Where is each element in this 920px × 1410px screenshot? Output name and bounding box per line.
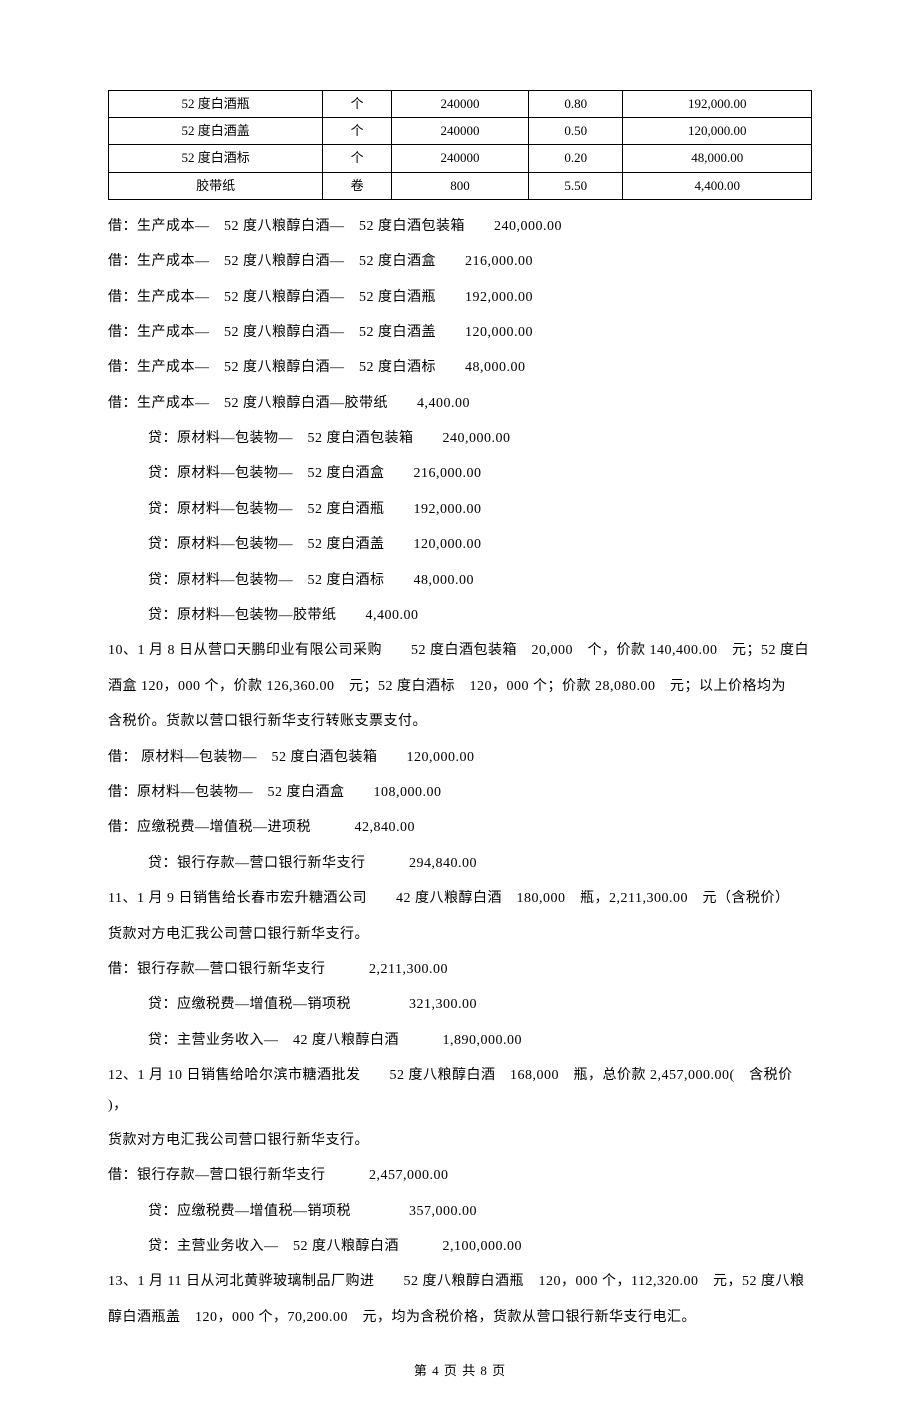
- cell-name: 52 度白酒瓶: [109, 91, 323, 118]
- journal-debit: 借： 原材料—包装物— 52 度白酒包装箱 120,000.00: [108, 743, 812, 772]
- paragraph-10: 含税价。货款以营口银行新华支行转账支票支付。: [108, 707, 812, 736]
- cell-name: 胶带纸: [109, 172, 323, 199]
- journal-debit: 借：生产成本— 52 度八粮醇白酒— 52 度白酒盒 216,000.00: [108, 247, 812, 276]
- journal-credit: 贷：原材料—包装物— 52 度白酒包装箱 240,000.00: [108, 424, 812, 453]
- journal-credit: 贷：原材料—包装物— 52 度白酒瓶 192,000.00: [108, 495, 812, 524]
- cell-name: 52 度白酒标: [109, 145, 323, 172]
- cell-qty: 240000: [391, 91, 528, 118]
- cell-unit: 个: [323, 91, 392, 118]
- journal-debit: 借：银行存款—营口银行新华支行 2,457,000.00: [108, 1161, 812, 1190]
- cell-qty: 240000: [391, 118, 528, 145]
- cell-qty: 800: [391, 172, 528, 199]
- journal-credit: 贷：应缴税费—增值税—销项税 357,000.00: [108, 1197, 812, 1226]
- table-row: 52 度白酒标 个 240000 0.20 48,000.00: [109, 145, 812, 172]
- journal-credit: 贷：原材料—包装物— 52 度白酒盒 216,000.00: [108, 459, 812, 488]
- cell-amount: 120,000.00: [623, 118, 812, 145]
- cell-qty: 240000: [391, 145, 528, 172]
- paragraph-10: 10、1 月 8 日从营口天鹏印业有限公司采购 52 度白酒包装箱 20,000…: [108, 636, 812, 665]
- cell-amount: 48,000.00: [623, 145, 812, 172]
- paragraph-13: 醇白酒瓶盖 120，000 个，70,200.00 元，均为含税价格，货款从营口…: [108, 1303, 812, 1332]
- journal-credit: 贷：主营业务收入— 42 度八粮醇白酒 1,890,000.00: [108, 1026, 812, 1055]
- table-row: 52 度白酒盖 个 240000 0.50 120,000.00: [109, 118, 812, 145]
- cell-name: 52 度白酒盖: [109, 118, 323, 145]
- table-row: 52 度白酒瓶 个 240000 0.80 192,000.00: [109, 91, 812, 118]
- journal-credit: 贷：主营业务收入— 52 度八粮醇白酒 2,100,000.00: [108, 1232, 812, 1261]
- journal-debit: 借：生产成本— 52 度八粮醇白酒— 52 度白酒瓶 192,000.00: [108, 283, 812, 312]
- journal-credit: 贷：原材料—包装物— 52 度白酒标 48,000.00: [108, 566, 812, 595]
- cell-price: 0.80: [529, 91, 623, 118]
- cell-price: 0.20: [529, 145, 623, 172]
- cell-amount: 4,400.00: [623, 172, 812, 199]
- paragraph-13: 13、1 月 11 日从河北黄骅玻璃制品厂购进 52 度八粮醇白酒瓶 120，0…: [108, 1267, 812, 1296]
- cell-unit: 个: [323, 118, 392, 145]
- paragraph-11: 11、1 月 9 日销售给长春市宏升糖酒公司 42 度八粮醇白酒 180,000…: [108, 884, 812, 913]
- cell-price: 0.50: [529, 118, 623, 145]
- cell-price: 5.50: [529, 172, 623, 199]
- journal-debit: 借：生产成本— 52 度八粮醇白酒— 52 度白酒标 48,000.00: [108, 353, 812, 382]
- journal-debit: 借：生产成本— 52 度八粮醇白酒— 52 度白酒包装箱 240,000.00: [108, 212, 812, 241]
- journal-debit: 借：生产成本— 52 度八粮醇白酒— 52 度白酒盖 120,000.00: [108, 318, 812, 347]
- paragraph-11: 货款对方电汇我公司营口银行新华支行。: [108, 920, 812, 949]
- table-row: 胶带纸 卷 800 5.50 4,400.00: [109, 172, 812, 199]
- journal-debit: 借：应缴税费—增值税—进项税 42,840.00: [108, 813, 812, 842]
- paragraph-12: 货款对方电汇我公司营口银行新华支行。: [108, 1126, 812, 1155]
- page-footer: 第 4 页 共 8 页: [108, 1362, 812, 1380]
- cell-amount: 192,000.00: [623, 91, 812, 118]
- journal-credit: 贷：银行存款—营口银行新华支行 294,840.00: [108, 849, 812, 878]
- journal-debit: 借：银行存款—营口银行新华支行 2,211,300.00: [108, 955, 812, 984]
- paragraph-10: 酒盒 120，000 个，价款 126,360.00 元；52 度白酒标 120…: [108, 672, 812, 701]
- materials-table: 52 度白酒瓶 个 240000 0.80 192,000.00 52 度白酒盖…: [108, 90, 812, 200]
- journal-debit: 借：生产成本— 52 度八粮醇白酒—胶带纸 4,400.00: [108, 389, 812, 418]
- journal-credit: 贷：原材料—包装物— 52 度白酒盖 120,000.00: [108, 530, 812, 559]
- journal-credit: 贷：原材料—包装物—胶带纸 4,400.00: [108, 601, 812, 630]
- cell-unit: 个: [323, 145, 392, 172]
- paragraph-12: 12、1 月 10 日销售给哈尔滨市糖酒批发 52 度八粮醇白酒 168,000…: [108, 1061, 812, 1120]
- journal-debit: 借：原材料—包装物— 52 度白酒盒 108,000.00: [108, 778, 812, 807]
- cell-unit: 卷: [323, 172, 392, 199]
- journal-credit: 贷：应缴税费—增值税—销项税 321,300.00: [108, 990, 812, 1019]
